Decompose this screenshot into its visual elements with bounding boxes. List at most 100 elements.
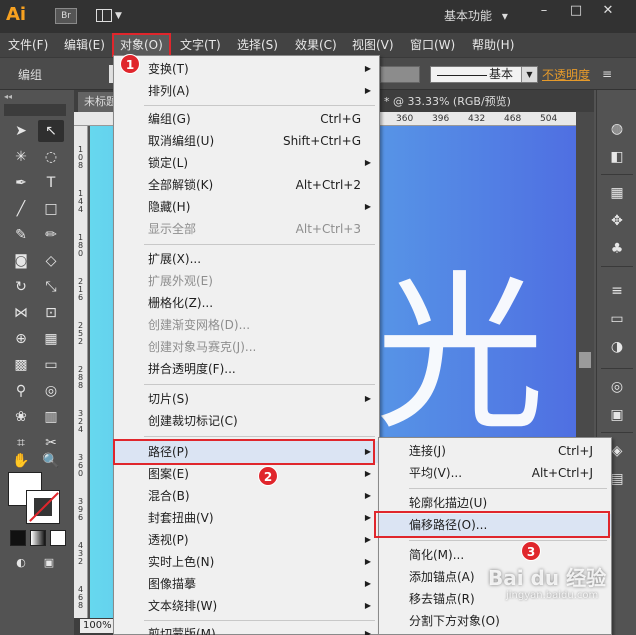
menu-item-slice[interactable]: 切片(S) ▶ xyxy=(114,388,379,410)
gradient-tool-icon[interactable]: ▭ xyxy=(38,354,64,376)
menu-item-blend[interactable]: 混合(B) ▶ xyxy=(114,485,379,507)
color-mode-button[interactable] xyxy=(10,530,26,546)
menu-file[interactable]: 文件(F) xyxy=(8,33,48,57)
lasso-tool-icon[interactable]: ◌ xyxy=(38,146,64,168)
menu-help[interactable]: 帮助(H) xyxy=(472,33,514,57)
gradient-mode-button[interactable] xyxy=(30,530,46,546)
menu-item-image-trace[interactable]: 图像描摹 ▶ xyxy=(114,573,379,595)
menu-item-flatten-transparency[interactable]: 拼合透明度(F)... xyxy=(114,358,379,380)
menu-item-object-mosaic[interactable]: 创建对象马赛克(J)... xyxy=(114,336,379,358)
submenu-item-join[interactable]: 连接(J) Ctrl+J xyxy=(379,440,611,462)
stroke-color-swatch[interactable] xyxy=(26,490,60,524)
perspective-grid-tool-icon[interactable]: ▦ xyxy=(38,328,64,350)
menu-separator xyxy=(144,436,375,437)
menu-item-perspective[interactable]: 透视(P) ▶ xyxy=(114,529,379,551)
menu-view[interactable]: 视图(V) xyxy=(352,33,394,57)
rectangle-tool-icon[interactable]: □ xyxy=(38,198,64,220)
paintbrush-tool-icon[interactable]: ✎ xyxy=(8,224,34,246)
rotate-tool-icon[interactable]: ↻ xyxy=(8,276,34,298)
chevron-right-icon: ▶ xyxy=(364,202,371,211)
none-mode-button[interactable] xyxy=(50,530,66,546)
mesh-tool-icon[interactable]: ▩ xyxy=(8,354,34,376)
blend-tool-icon[interactable]: ◎ xyxy=(38,380,64,402)
menu-object[interactable]: 对象(O) xyxy=(112,33,171,57)
symbol-sprayer-tool-icon[interactable]: ❀ xyxy=(8,406,34,428)
separator xyxy=(601,266,633,267)
blob-brush-tool-icon[interactable]: ◙ xyxy=(8,250,34,272)
gradient-panel-icon[interactable]: ▭ xyxy=(605,308,629,330)
menu-item-hide[interactable]: 隐藏(H) ▶ xyxy=(114,196,379,218)
minimize-button[interactable]: – xyxy=(530,0,558,22)
stroke-panel-icon[interactable]: ≡ xyxy=(605,280,629,302)
width-tool-icon[interactable]: ⋈ xyxy=(8,302,34,324)
panel-menu-icon[interactable]: ≡ xyxy=(602,67,612,81)
menu-item-show-all[interactable]: 显示全部 Alt+Ctrl+3 xyxy=(114,218,379,240)
opacity-link[interactable]: 不透明度 xyxy=(542,66,590,83)
draw-mode-icon[interactable]: ◐ xyxy=(8,552,34,574)
menu-separator xyxy=(409,540,607,541)
chevron-right-icon: ▶ xyxy=(364,158,371,167)
direct-selection-tool-icon[interactable]: ↖ xyxy=(38,120,64,142)
scale-tool-icon[interactable]: ⤡ xyxy=(38,276,64,298)
menu-item-ungroup[interactable]: 取消编组(U) Shift+Ctrl+G xyxy=(114,130,379,152)
menu-separator xyxy=(144,620,375,621)
appearance-panel-icon[interactable]: ◎ xyxy=(605,376,629,398)
menu-item-gradient-mesh[interactable]: 创建渐变网格(D)... xyxy=(114,314,379,336)
collapse-icon[interactable]: ◂◂ xyxy=(4,92,12,101)
menu-item-live-paint[interactable]: 实时上色(N) ▶ xyxy=(114,551,379,573)
menu-item-rasterize[interactable]: 栅格化(Z)... xyxy=(114,292,379,314)
column-graph-tool-icon[interactable]: ▥ xyxy=(38,406,64,428)
document-tab-title: * @ 33.33% (RGB/预览) xyxy=(384,95,511,108)
arrange-documents-button[interactable]: ▼ xyxy=(96,8,126,24)
menu-type[interactable]: 文字(T) xyxy=(180,33,221,57)
swatches-panel-icon[interactable]: ▦ xyxy=(605,182,629,204)
transparency-panel-icon[interactable]: ◑ xyxy=(605,336,629,358)
menu-item-group[interactable]: 编组(G) Ctrl+G xyxy=(114,108,379,130)
magic-wand-tool-icon[interactable]: ✳ xyxy=(8,146,34,168)
type-tool-icon[interactable]: T xyxy=(38,172,64,194)
eraser-tool-icon[interactable]: ◇ xyxy=(38,250,64,272)
stroke-style-dropdown[interactable]: 基本 ▼ xyxy=(430,66,538,83)
menu-item-envelope-distort[interactable]: 封套扭曲(V) ▶ xyxy=(114,507,379,529)
screen-mode-icon[interactable]: ▣ xyxy=(36,552,62,574)
pen-tool-icon[interactable]: ✒ xyxy=(8,172,34,194)
menu-item-arrange[interactable]: 排列(A) ▶ xyxy=(114,80,379,102)
menu-item-transform[interactable]: 变换(T) ▶ xyxy=(114,58,379,80)
color-panel-icon[interactable]: ◍ xyxy=(605,118,629,140)
brushes-panel-icon[interactable]: ✥ xyxy=(605,210,629,232)
eyedropper-tool-icon[interactable]: ⚲ xyxy=(8,380,34,402)
shape-builder-tool-icon[interactable]: ⊕ xyxy=(8,328,34,350)
submenu-item-average[interactable]: 平均(V)... Alt+Ctrl+J xyxy=(379,462,611,484)
menu-item-clipping-mask[interactable]: 剪切蒙版(M) ▶ xyxy=(114,623,379,635)
menu-edit[interactable]: 编辑(E) xyxy=(64,33,105,57)
document-tab[interactable]: 未标题 xyxy=(78,92,118,112)
workspace-switcher[interactable]: 基本功能 ▾ xyxy=(444,7,524,25)
close-button[interactable]: ✕ xyxy=(594,0,622,22)
color-guide-icon[interactable]: ◧ xyxy=(605,146,629,168)
submenu-item-divide-objects-below[interactable]: 分割下方对象(O) xyxy=(379,610,611,632)
scrollbar-thumb[interactable] xyxy=(579,352,591,368)
bridge-button[interactable]: Br xyxy=(55,8,77,24)
zoom-level-field[interactable]: 100% xyxy=(80,619,114,633)
menu-select[interactable]: 选择(S) xyxy=(237,33,278,57)
stroke-weight-field[interactable] xyxy=(380,66,420,83)
menu-effect[interactable]: 效果(C) xyxy=(295,33,337,57)
zoom-tool-icon[interactable]: 🔍 xyxy=(38,450,64,472)
menu-item-trim-marks[interactable]: 创建裁切标记(C) xyxy=(114,410,379,432)
restore-button[interactable]: □ xyxy=(562,0,590,22)
free-transform-tool-icon[interactable]: ⊡ xyxy=(38,302,64,324)
menu-window[interactable]: 窗口(W) xyxy=(410,33,455,57)
symbols-panel-icon[interactable]: ♣ xyxy=(605,238,629,260)
line-tool-icon[interactable]: ╱ xyxy=(8,198,34,220)
menu-item-unlock-all[interactable]: 全部解锁(K) Alt+Ctrl+2 xyxy=(114,174,379,196)
menu-item-lock[interactable]: 锁定(L) ▶ xyxy=(114,152,379,174)
pencil-tool-icon[interactable]: ✏ xyxy=(38,224,64,246)
menu-item-expand[interactable]: 扩展(X)... xyxy=(114,248,379,270)
menu-item-pattern[interactable]: 图案(E) ▶ xyxy=(114,463,379,485)
hand-tool-icon[interactable]: ✋ xyxy=(8,450,34,472)
canvas-text-object[interactable]: 光 xyxy=(375,270,545,440)
menu-item-text-wrap[interactable]: 文本绕排(W) ▶ xyxy=(114,595,379,617)
graphic-styles-panel-icon[interactable]: ▣ xyxy=(605,404,629,426)
menu-item-expand-appearance[interactable]: 扩展外观(E) xyxy=(114,270,379,292)
selection-tool-icon[interactable]: ➤ xyxy=(8,120,34,142)
